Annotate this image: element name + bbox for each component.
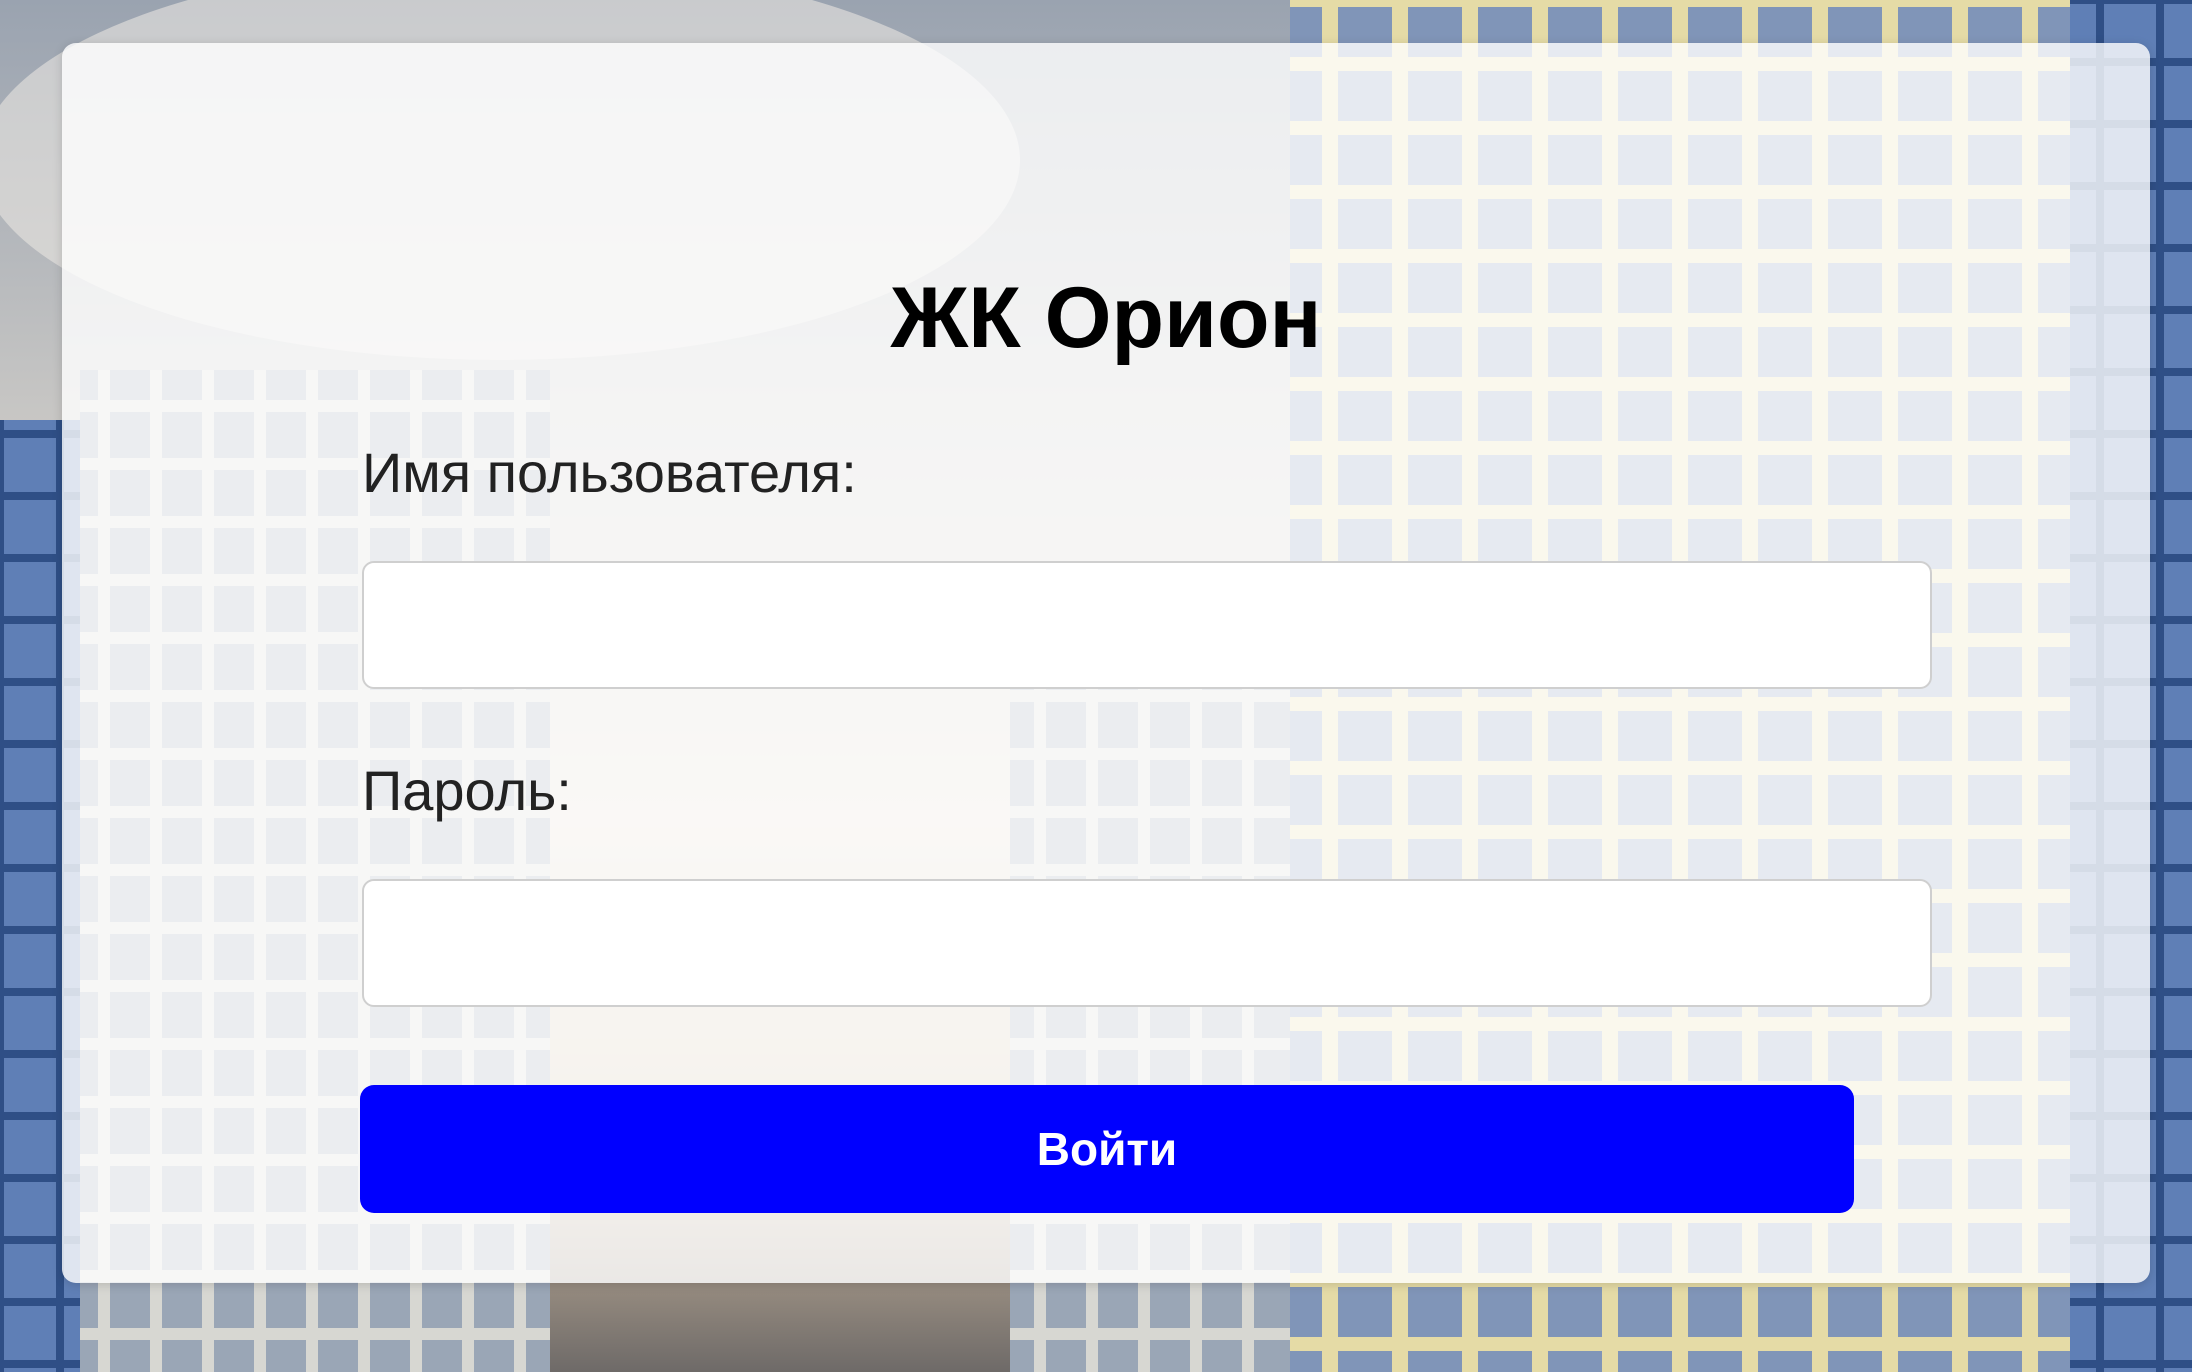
- username-label: Имя пользователя:: [362, 441, 857, 504]
- page-title: ЖК Орион: [890, 270, 1322, 366]
- login-card: ЖК Орион Имя пользователя: Пароль: Войти: [62, 43, 2150, 1283]
- login-page: ЖК Орион Имя пользователя: Пароль: Войти: [0, 0, 2192, 1372]
- login-button[interactable]: Войти: [360, 1085, 1854, 1213]
- username-input[interactable]: [362, 561, 1932, 689]
- password-label: Пароль:: [362, 759, 572, 822]
- password-input[interactable]: [362, 879, 1932, 1007]
